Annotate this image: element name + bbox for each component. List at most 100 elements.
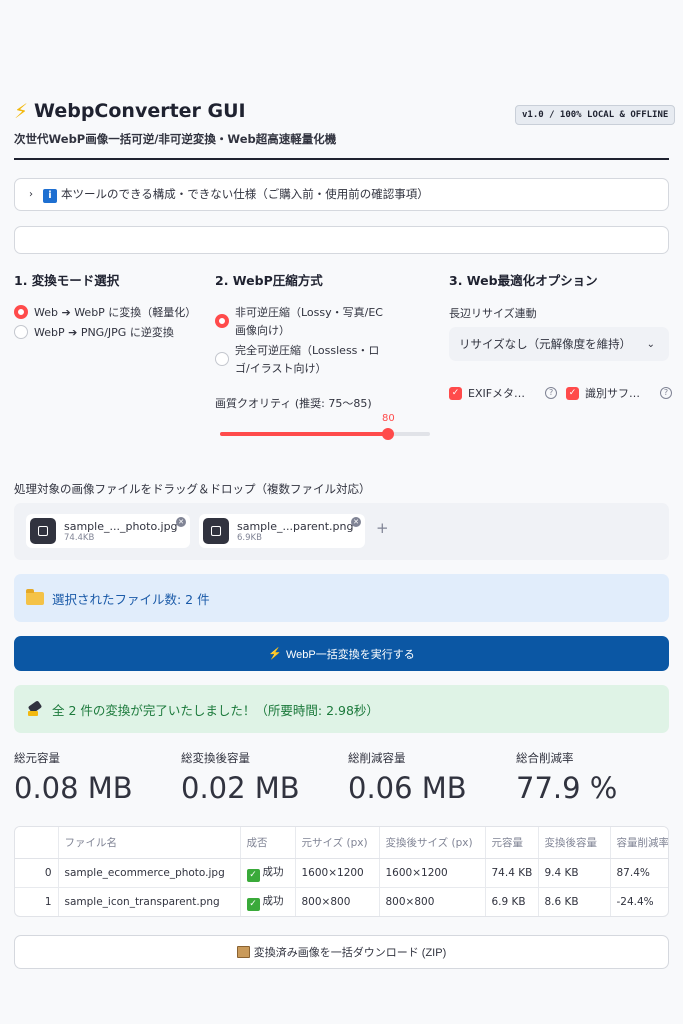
table-header-row: ファイル名 成否 元サイズ (px) 変換後サイズ (px) 元容量 変換後容量…	[15, 827, 668, 859]
table-cell[interactable]: 9.4 KB	[538, 858, 611, 888]
slider-thumb[interactable]	[382, 428, 394, 440]
folder-icon	[26, 588, 44, 605]
image-file-icon	[30, 518, 56, 544]
radio-unselected-icon[interactable]	[215, 352, 229, 366]
help-icon[interactable]: ?	[545, 387, 558, 399]
checkbox-checked-icon[interactable]: ✓	[566, 386, 579, 400]
radio-selected-icon[interactable]	[215, 314, 229, 328]
success-message: 全 2 件の変換が完了いたしました！（所要時間: 2.98秒）	[14, 685, 669, 733]
metric-value: 0.02 MB	[181, 771, 300, 805]
convert-button[interactable]: ⚡ WebP一括変換を実行する	[14, 636, 669, 671]
column-header[interactable]: ファイル名	[58, 827, 241, 859]
mode-option-label: Web ➔ WebP に変換（軽量化）	[34, 306, 197, 319]
file-count-info: 選択されたファイル数: 2 件	[14, 574, 669, 622]
exif-checkbox-label: EXIFメタ…	[468, 387, 526, 400]
column-header[interactable]: 変換後容量	[538, 827, 611, 859]
compression-option-label: 非可逆圧縮（Lossy・写真/EC画像向け）	[235, 306, 383, 337]
mode-option-label: WebP ➔ PNG/JPG に逆変換	[34, 326, 174, 339]
download-button-label: 変換済み画像を一括ダウンロード (ZIP)	[253, 947, 447, 959]
quality-slider[interactable]	[220, 428, 430, 440]
column-header[interactable]: 元サイズ (px)	[295, 827, 380, 859]
expander-label: 本ツールのできる構成・できない仕様（ご購入前・使用前の確認事項）	[61, 187, 429, 201]
app-title-text: WebpConverter GUI	[34, 100, 246, 122]
compression-heading: 2. WebP圧縮方式	[215, 273, 323, 288]
column-header[interactable]: 成否	[240, 827, 296, 859]
table-cell[interactable]: 800×800	[295, 887, 380, 916]
resize-select[interactable]: リサイズなし（元解像度を維持） ⌄	[449, 327, 669, 361]
quality-label: 画質クオリティ (推奨: 75〜85)	[215, 397, 372, 410]
table-cell[interactable]: 87.4%	[610, 858, 668, 888]
compression-option-label: 完全可逆圧縮（Lossless・ロゴ/イラスト向け）	[235, 344, 380, 375]
version-badge: v1.0 / 100% LOCAL & OFFLINE	[515, 105, 676, 125]
radio-unselected-icon[interactable]	[14, 325, 28, 339]
column-header[interactable]: 変換後サイズ (px)	[379, 827, 486, 859]
lightning-icon: ⚡	[14, 99, 29, 123]
table-cell[interactable]: sample_icon_transparent.png	[58, 887, 241, 916]
spec-expander[interactable]: › i 本ツールのできる構成・できない仕様（ご購入前・使用前の確認事項）	[14, 178, 669, 211]
app-subtitle: 次世代WebP画像一括可逆/非可逆変換・Web超高速軽量化機	[14, 132, 337, 146]
header-divider	[14, 158, 669, 160]
info-icon: i	[43, 189, 57, 203]
metric-label: 総合削減率	[516, 751, 574, 765]
column-header[interactable]	[15, 827, 59, 859]
add-file-icon[interactable]: +	[376, 519, 389, 537]
resize-select-value: リサイズなし（元解像度を維持）	[459, 337, 632, 351]
expander-label-wrap: i 本ツールのできる構成・できない仕様（ご購入前・使用前の確認事項）	[43, 186, 429, 203]
table-cell[interactable]: sample_ecommerce_photo.jpg	[58, 858, 241, 888]
row-index: 0	[15, 858, 59, 888]
table-cell[interactable]: 74.4 KB	[485, 858, 539, 888]
checkbox-checked-icon[interactable]: ✓	[449, 386, 462, 400]
metric-label: 総変換後容量	[181, 751, 250, 765]
table-cell[interactable]: -24.4%	[610, 887, 668, 916]
mode-option-0[interactable]: Web ➔ WebP に変換（軽量化）	[14, 304, 196, 320]
slider-fill	[220, 432, 388, 436]
success-text: 全 2 件の変換が完了いたしました！（所要時間: 2.98秒）	[52, 702, 379, 718]
empty-container	[14, 226, 669, 254]
remove-file-icon[interactable]: ✕	[351, 517, 361, 527]
chevron-right-icon: ›	[29, 189, 33, 200]
check-mark-icon: ✓	[246, 897, 260, 911]
table-cell[interactable]: 6.9 KB	[485, 887, 539, 916]
compression-option-1[interactable]: 完全可逆圧縮（Lossless・ロゴ/イラスト向け）	[215, 342, 385, 378]
table-cell[interactable]: 1600×1200	[295, 858, 380, 888]
remove-file-icon[interactable]: ✕	[176, 517, 186, 527]
exif-checkbox-row[interactable]: ✓ EXIFメタ… ?	[449, 385, 558, 401]
mode-option-1[interactable]: WebP ➔ PNG/JPG に逆変換	[14, 324, 174, 340]
metric-label: 総元容量	[14, 751, 60, 765]
download-zip-button[interactable]: 変換済み画像を一括ダウンロード (ZIP)	[14, 935, 669, 969]
metric-label: 総削減容量	[348, 751, 406, 765]
table-cell[interactable]: 8.6 KB	[538, 887, 611, 916]
table-cell[interactable]: 800×800	[379, 887, 486, 916]
lightning-icon: ⚡	[268, 648, 282, 660]
image-file-icon	[203, 518, 229, 544]
metric-value: 0.06 MB	[348, 771, 467, 805]
file-chip: sample_...parent.png 6.9KB ✕	[199, 514, 365, 548]
compression-option-0[interactable]: 非可逆圧縮（Lossy・写真/EC画像向け）	[215, 304, 385, 340]
mode-heading: 1. 変換モード選択	[14, 273, 120, 288]
app-title: ⚡ WebpConverter GUI	[14, 99, 246, 123]
status-text: 成功	[262, 865, 284, 878]
resize-label: 長辺リサイズ連動	[449, 307, 537, 320]
chevron-down-icon: ⌄	[646, 338, 655, 350]
suffix-checkbox-row[interactable]: ✓ 識別サフ… ?	[566, 385, 672, 401]
suffix-checkbox-label: 識別サフ…	[585, 387, 640, 400]
status-cell[interactable]: ✓ 成功	[240, 858, 296, 888]
table-cell[interactable]: 1600×1200	[379, 858, 486, 888]
column-header[interactable]: 元容量	[485, 827, 539, 859]
package-icon	[236, 946, 250, 958]
metric-value: 0.08 MB	[14, 771, 133, 805]
file-size: 74.4KB	[64, 532, 95, 543]
file-dropzone[interactable]: sample_..._photo.jpg 74.4KB ✕ sample_...…	[14, 503, 669, 560]
status-text: 成功	[262, 894, 284, 907]
results-table[interactable]: ファイル名 成否 元サイズ (px) 変換後サイズ (px) 元容量 変換後容量…	[14, 826, 669, 917]
file-size: 6.9KB	[237, 532, 262, 543]
pen-icon	[26, 701, 44, 717]
help-icon[interactable]: ?	[660, 387, 672, 399]
file-count-text: 選択されたファイル数: 2 件	[52, 591, 210, 607]
radio-selected-icon[interactable]	[14, 305, 28, 319]
status-cell[interactable]: ✓ 成功	[240, 887, 296, 916]
column-header[interactable]: 容量削減率	[610, 827, 668, 859]
metric-value: 77.9 %	[516, 771, 618, 805]
table-row: 1 sample_icon_transparent.png ✓ 成功 800×80…	[15, 887, 668, 916]
convert-button-label: WebP一括変換を実行する	[285, 648, 415, 661]
